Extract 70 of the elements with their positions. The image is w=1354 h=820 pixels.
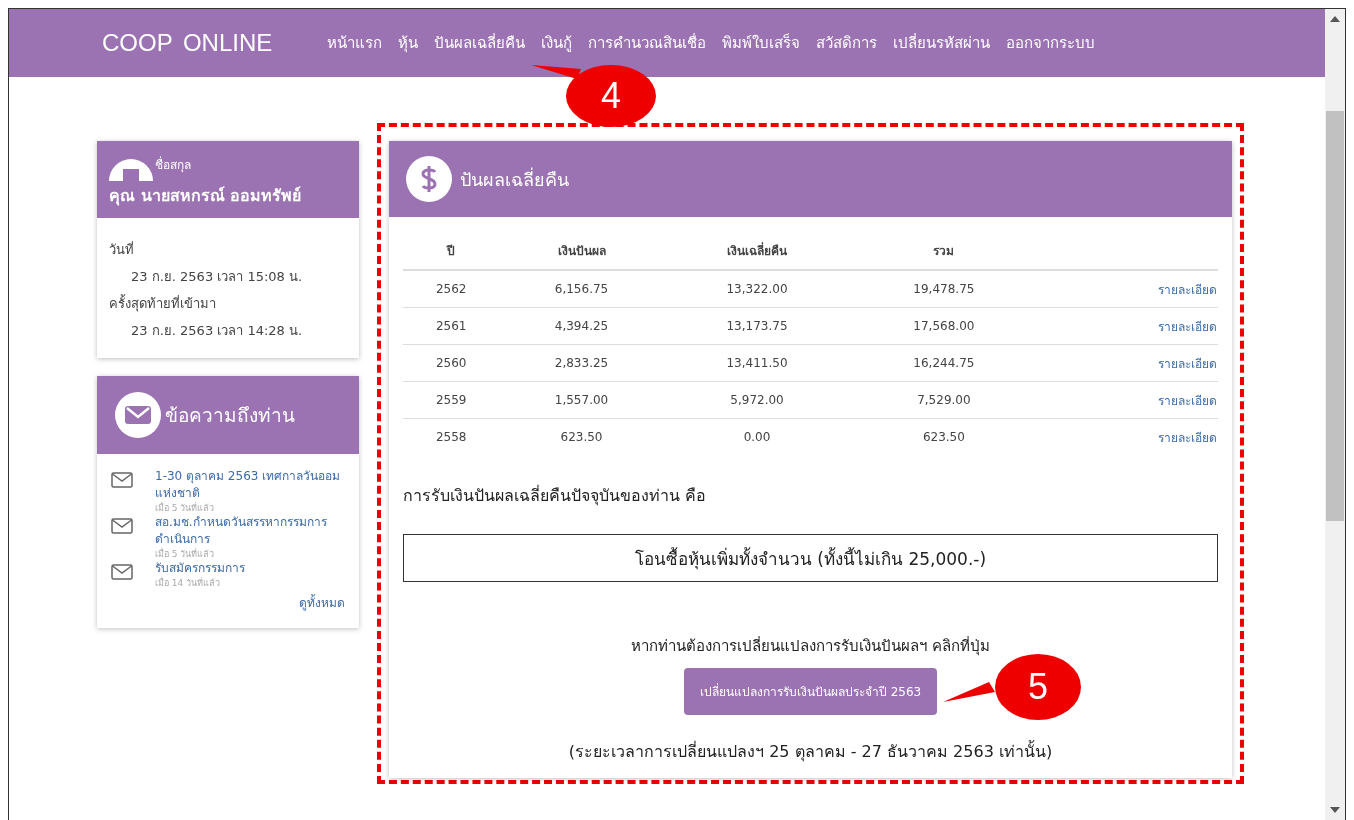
details-link[interactable]: รายละเอียด — [1158, 430, 1217, 445]
table-cell: 1,557.00 — [499, 381, 664, 419]
scroll-down-icon[interactable] — [1330, 806, 1340, 814]
table-cell: 623.50 — [499, 418, 664, 455]
nav-link[interactable]: เงินกู้ — [541, 31, 572, 55]
details-link[interactable]: รายละเอียด — [1158, 282, 1217, 297]
envelope-icon — [111, 564, 133, 580]
table-cell: 16,244.75 — [850, 344, 1038, 382]
change-button[interactable]: เปลี่ยนแปลงการรับเงินปันผลประจำปี 2563 — [683, 668, 938, 715]
nav-link[interactable]: สวัสดิการ — [816, 31, 877, 55]
message-time: เมื่อ 5 วันที่แล้ว — [155, 502, 216, 514]
current-method-box: โอนซื้อหุ้นเพิ่มทั้งจำนวน (ทั้งนี้ไม่เกิน 25,000.-) — [403, 534, 1218, 582]
table-cell: 2559 — [403, 381, 500, 419]
message-link[interactable]: 1-30 ตุลาคม 2563 เทศกาลวันออมแห่งชาติ — [155, 468, 345, 502]
table-cell: 2558 — [403, 418, 500, 455]
dividend-title: ปันผลเฉลี่ยคืน — [460, 166, 569, 192]
nav-link[interactable]: พิมพ์ใบเสร็จ — [722, 31, 800, 55]
date-value: 23 ก.ย. 2563 เวลา 14:28 น. — [130, 322, 304, 340]
change-prompt: หากท่านต้องการเปลี่ยนแปลงการรับเงินปันผลฯ คลิกที่ปุ่ม — [630, 635, 991, 658]
column-header: รวม — [850, 231, 1038, 270]
table-cell: 4,394.25 — [499, 307, 664, 345]
table-cell: 2560 — [403, 344, 500, 382]
name-label: ชื่อสกุล — [155, 155, 191, 174]
envelope-icon — [111, 472, 133, 488]
table-cell: 19,478.75 — [850, 270, 1038, 308]
envelope-icon — [115, 392, 161, 438]
table-cell: 2562 — [403, 270, 500, 308]
callout-badge: 5 — [995, 654, 1081, 720]
column-header: เงินเฉลี่ยคืน — [663, 231, 851, 270]
message-time: เมื่อ 14 วันที่แล้ว — [155, 577, 222, 589]
message-link[interactable]: รับสมัครกรรมการ — [155, 560, 245, 577]
table-cell: 17,568.00 — [850, 307, 1038, 345]
table-cell: 2561 — [403, 307, 500, 345]
current-method-label: การรับเงินปันผลเฉลี่ยคืนปัจจุบันของท่าน คือ — [403, 484, 708, 508]
scroll-thumb[interactable] — [1326, 111, 1344, 521]
table-cell: 13,322.00 — [663, 270, 851, 308]
table-cell: 6,156.75 — [499, 270, 664, 308]
envelope-icon — [111, 518, 133, 534]
callout-pointer — [943, 682, 995, 704]
details-link[interactable]: รายละเอียด — [1158, 356, 1217, 371]
nav-link[interactable]: หุ้น — [398, 31, 418, 55]
message-time: เมื่อ 5 วันที่แล้ว — [155, 548, 216, 560]
callout-pointer — [531, 63, 581, 79]
brand-link[interactable]: COOP ONLINE — [102, 29, 327, 57]
date-label: วันที่ — [109, 240, 135, 259]
see-all-link[interactable]: ดูทั้งหมด — [111, 593, 345, 612]
table-cell: 0.00 — [663, 418, 851, 455]
message-link[interactable]: สอ.มช.กำหนดวันสรรหากรรมการดำเนินการ — [155, 514, 345, 548]
date-label: ครั้งสุดท้ายที่เข้ามา — [109, 293, 217, 314]
table-cell: 13,411.50 — [663, 344, 851, 382]
messages-title: ข้อความถึงท่าน — [165, 403, 295, 428]
period-note: (ระยะเวลาการเปลี่ยนแปลงฯ 25 ตุลาคม - 27 ธันวาคม 2563 เท่านั้น) — [567, 739, 1054, 764]
details-link[interactable]: รายละเอียด — [1158, 393, 1217, 408]
date-value: 23 ก.ย. 2563 เวลา 15:08 น. — [130, 268, 304, 286]
column-header: ปี — [403, 231, 500, 270]
table-cell: 7,529.00 — [850, 381, 1038, 419]
nav-link[interactable]: การคำนวณสินเชื่อ — [588, 31, 706, 55]
table-cell: 623.50 — [850, 418, 1038, 455]
column-header: เงินปันผล — [499, 231, 664, 270]
nav-link[interactable]: หน้าแรก — [327, 31, 382, 55]
dollar-icon — [406, 156, 452, 202]
table-cell: 5,972.00 — [663, 381, 851, 419]
nav-link[interactable]: ปันผลเฉลี่ยคืน — [434, 31, 525, 55]
table-cell: 2,833.25 — [499, 344, 664, 382]
nav-link[interactable]: เปลี่ยนรหัสผ่าน — [893, 31, 990, 55]
nav-link[interactable]: ออกจากระบบ — [1006, 31, 1095, 55]
member-name: คุณ นายสหกรณ์ ออมทรัพย์ — [109, 185, 303, 208]
details-link[interactable]: รายละเอียด — [1158, 319, 1217, 334]
scroll-up-icon[interactable] — [1330, 15, 1340, 23]
table-cell: 13,173.75 — [663, 307, 851, 345]
